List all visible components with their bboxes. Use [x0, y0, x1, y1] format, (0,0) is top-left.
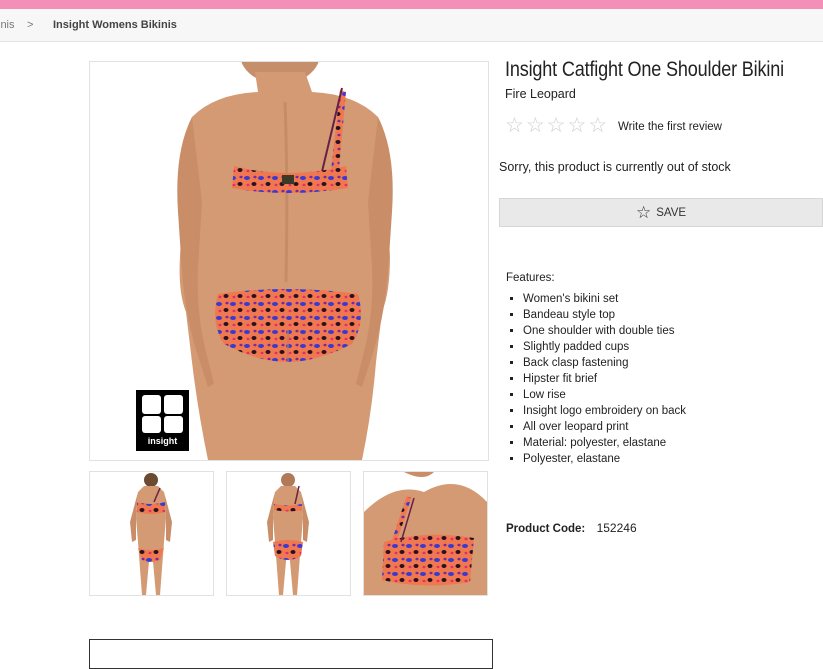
bottom-panel: [89, 639, 493, 669]
main-product-image[interactable]: insight: [89, 61, 489, 461]
product-color: Fire Leopard: [505, 87, 576, 101]
product-code: Product Code: 152246: [506, 521, 637, 535]
product-code-value: 152246: [596, 521, 637, 535]
thumbnail-back[interactable]: [226, 471, 351, 596]
product-code-label: Product Code:: [506, 523, 586, 535]
save-button-label: SAVE: [656, 206, 687, 219]
feature-item: One shoulder with double ties: [523, 323, 686, 339]
feature-item: All over leopard print: [523, 419, 686, 435]
breadcrumb: inis > Insight Womens Bikinis: [0, 9, 823, 42]
rating-stars: ☆ ☆ ☆ ☆ ☆: [505, 114, 608, 137]
top-accent-bar: [0, 0, 823, 9]
features-list: Women's bikini set Bandeau style top One…: [506, 291, 686, 467]
empty-star-icon: ☆: [546, 114, 566, 137]
breadcrumb-prev-link[interactable]: inis: [0, 19, 15, 31]
thumbnail-front[interactable]: [89, 471, 214, 596]
breadcrumb-current: Insight Womens Bikinis: [53, 19, 177, 31]
feature-item: Women's bikini set: [523, 291, 686, 307]
save-button[interactable]: ☆ SAVE: [499, 198, 823, 227]
feature-item: Hipster fit brief: [523, 371, 686, 387]
feature-item: Insight logo embroidery on back: [523, 403, 686, 419]
feature-item: Back clasp fastening: [523, 355, 686, 371]
thumbnail-detail-illustration: [364, 472, 487, 595]
empty-star-icon: ☆: [588, 114, 608, 137]
feature-item: Polyester, elastane: [523, 451, 686, 467]
empty-star-icon: ☆: [525, 114, 545, 137]
write-review-link[interactable]: Write the first review: [618, 121, 722, 133]
star-outline-icon: ☆: [635, 203, 652, 222]
thumbnail-front-illustration: [130, 473, 172, 595]
features-heading: Features:: [506, 272, 555, 284]
feature-item: Material: polyester, elastane: [523, 435, 686, 451]
thumbnail-detail[interactable]: [363, 471, 488, 596]
breadcrumb-separator: >: [27, 19, 34, 31]
stock-status-message: Sorry, this product is currently out of …: [499, 160, 731, 174]
feature-item: Slightly padded cups: [523, 339, 686, 355]
feature-item: Bandeau style top: [523, 307, 686, 323]
product-title: Insight Catfight One Shoulder Bikini: [505, 58, 784, 81]
thumbnail-back-illustration: [267, 473, 309, 595]
feature-item: Low rise: [523, 387, 686, 403]
insight-logo: insight: [136, 390, 189, 451]
empty-star-icon: ☆: [567, 114, 587, 137]
empty-star-icon: ☆: [505, 114, 524, 137]
